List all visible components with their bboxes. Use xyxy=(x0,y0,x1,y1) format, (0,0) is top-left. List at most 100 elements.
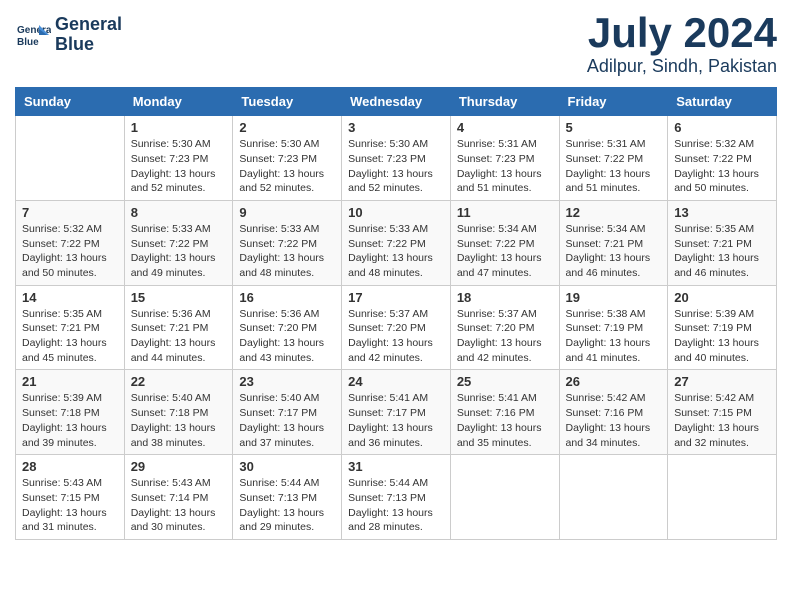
calendar-cell: 17Sunrise: 5:37 AMSunset: 7:20 PMDayligh… xyxy=(342,285,451,370)
day-info: Sunrise: 5:33 AMSunset: 7:22 PMDaylight:… xyxy=(239,222,335,281)
logo-text-line1: General xyxy=(55,15,122,35)
week-row-1: 1 Sunrise: 5:30 AMSunset: 7:23 PMDaylight… xyxy=(16,116,777,201)
day-info: Sunrise: 5:32 AMSunset: 7:22 PMDaylight:… xyxy=(674,137,770,196)
calendar-cell: 8 Sunrise: 5:33 AMSunset: 7:22 PMDaylight… xyxy=(124,200,233,285)
calendar-cell: 13Sunrise: 5:35 AMSunset: 7:21 PMDayligh… xyxy=(668,200,777,285)
calendar-cell: 11Sunrise: 5:34 AMSunset: 7:22 PMDayligh… xyxy=(450,200,559,285)
logo: General Blue General Blue xyxy=(15,15,122,55)
calendar-cell: 22 Sunrise: 5:40 AMSunset: 7:18 PMDayligh… xyxy=(124,370,233,455)
day-info: Sunrise: 5:43 AMSunset: 7:14 PMDaylight:… xyxy=(131,476,227,535)
weekday-header-sunday: Sunday xyxy=(16,88,125,116)
weekday-header-tuesday: Tuesday xyxy=(233,88,342,116)
header: General Blue General Blue July 2024 Adil… xyxy=(15,10,777,77)
day-number: 27 xyxy=(674,374,770,389)
week-row-4: 21 Sunrise: 5:39 AMSunset: 7:18 PMDayligh… xyxy=(16,370,777,455)
day-number: 24 xyxy=(348,374,444,389)
weekday-header-monday: Monday xyxy=(124,88,233,116)
day-number: 1 xyxy=(131,120,227,135)
svg-text:Blue: Blue xyxy=(17,37,39,48)
day-info: Sunrise: 5:30 AMSunset: 7:23 PMDaylight:… xyxy=(131,137,227,196)
day-number: 12 xyxy=(566,205,662,220)
calendar-cell: 7 Sunrise: 5:32 AMSunset: 7:22 PMDaylight… xyxy=(16,200,125,285)
day-info: Sunrise: 5:41 AMSunset: 7:16 PMDaylight:… xyxy=(457,391,553,450)
day-number: 19 xyxy=(566,290,662,305)
calendar-cell: 19 Sunrise: 5:38 AMSunset: 7:19 PMDayligh… xyxy=(559,285,668,370)
day-info: Sunrise: 5:39 AMSunset: 7:18 PMDaylight:… xyxy=(22,391,118,450)
day-info: Sunrise: 5:40 AMSunset: 7:17 PMDaylight:… xyxy=(239,391,335,450)
day-info: Sunrise: 5:39 AMSunset: 7:19 PMDaylight:… xyxy=(674,307,770,366)
day-number: 13 xyxy=(674,205,770,220)
calendar-cell: 4 Sunrise: 5:31 AMSunset: 7:23 PMDaylight… xyxy=(450,116,559,201)
day-number: 31 xyxy=(348,459,444,474)
day-number: 21 xyxy=(22,374,118,389)
week-row-2: 7 Sunrise: 5:32 AMSunset: 7:22 PMDaylight… xyxy=(16,200,777,285)
day-number: 5 xyxy=(566,120,662,135)
weekday-header-thursday: Thursday xyxy=(450,88,559,116)
day-info: Sunrise: 5:40 AMSunset: 7:18 PMDaylight:… xyxy=(131,391,227,450)
day-number: 4 xyxy=(457,120,553,135)
day-info: Sunrise: 5:44 AMSunset: 7:13 PMDaylight:… xyxy=(348,476,444,535)
day-number: 20 xyxy=(674,290,770,305)
day-info: Sunrise: 5:41 AMSunset: 7:17 PMDaylight:… xyxy=(348,391,444,450)
calendar-cell xyxy=(16,116,125,201)
day-number: 22 xyxy=(131,374,227,389)
day-info: Sunrise: 5:42 AMSunset: 7:16 PMDaylight:… xyxy=(566,391,662,450)
day-info: Sunrise: 5:33 AMSunset: 7:22 PMDaylight:… xyxy=(348,222,444,281)
calendar-cell: 5 Sunrise: 5:31 AMSunset: 7:22 PMDaylight… xyxy=(559,116,668,201)
calendar-cell: 1 Sunrise: 5:30 AMSunset: 7:23 PMDaylight… xyxy=(124,116,233,201)
day-number: 7 xyxy=(22,205,118,220)
calendar-cell: 30 Sunrise: 5:44 AMSunset: 7:13 PMDayligh… xyxy=(233,455,342,540)
day-number: 3 xyxy=(348,120,444,135)
day-info: Sunrise: 5:34 AMSunset: 7:22 PMDaylight:… xyxy=(457,222,553,281)
location-subtitle: Adilpur, Sindh, Pakistan xyxy=(587,56,777,77)
day-info: Sunrise: 5:35 AMSunset: 7:21 PMDaylight:… xyxy=(22,307,118,366)
day-number: 14 xyxy=(22,290,118,305)
day-info: Sunrise: 5:32 AMSunset: 7:22 PMDaylight:… xyxy=(22,222,118,281)
day-number: 6 xyxy=(674,120,770,135)
day-number: 2 xyxy=(239,120,335,135)
title-area: July 2024 Adilpur, Sindh, Pakistan xyxy=(587,10,777,77)
weekday-header-wednesday: Wednesday xyxy=(342,88,451,116)
day-number: 23 xyxy=(239,374,335,389)
day-number: 8 xyxy=(131,205,227,220)
calendar-cell: 26 Sunrise: 5:42 AMSunset: 7:16 PMDayligh… xyxy=(559,370,668,455)
calendar-cell: 23 Sunrise: 5:40 AMSunset: 7:17 PMDayligh… xyxy=(233,370,342,455)
day-number: 30 xyxy=(239,459,335,474)
day-info: Sunrise: 5:44 AMSunset: 7:13 PMDaylight:… xyxy=(239,476,335,535)
day-number: 17 xyxy=(348,290,444,305)
day-info: Sunrise: 5:38 AMSunset: 7:19 PMDaylight:… xyxy=(566,307,662,366)
day-info: Sunrise: 5:31 AMSunset: 7:22 PMDaylight:… xyxy=(566,137,662,196)
day-info: Sunrise: 5:33 AMSunset: 7:22 PMDaylight:… xyxy=(131,222,227,281)
month-year-title: July 2024 xyxy=(587,10,777,56)
day-info: Sunrise: 5:30 AMSunset: 7:23 PMDaylight:… xyxy=(348,137,444,196)
logo-text-line2: Blue xyxy=(55,35,122,55)
calendar-cell: 16Sunrise: 5:36 AMSunset: 7:20 PMDayligh… xyxy=(233,285,342,370)
day-info: Sunrise: 5:42 AMSunset: 7:15 PMDaylight:… xyxy=(674,391,770,450)
calendar-cell xyxy=(559,455,668,540)
day-info: Sunrise: 5:37 AMSunset: 7:20 PMDaylight:… xyxy=(457,307,553,366)
calendar-cell: 31 Sunrise: 5:44 AMSunset: 7:13 PMDayligh… xyxy=(342,455,451,540)
day-info: Sunrise: 5:36 AMSunset: 7:20 PMDaylight:… xyxy=(239,307,335,366)
calendar-table: SundayMondayTuesdayWednesdayThursdayFrid… xyxy=(15,87,777,540)
day-number: 26 xyxy=(566,374,662,389)
calendar-cell xyxy=(450,455,559,540)
calendar-cell: 25 Sunrise: 5:41 AMSunset: 7:16 PMDayligh… xyxy=(450,370,559,455)
day-number: 25 xyxy=(457,374,553,389)
calendar-cell: 3 Sunrise: 5:30 AMSunset: 7:23 PMDaylight… xyxy=(342,116,451,201)
day-number: 9 xyxy=(239,205,335,220)
calendar-cell: 28Sunrise: 5:43 AMSunset: 7:15 PMDayligh… xyxy=(16,455,125,540)
day-info: Sunrise: 5:36 AMSunset: 7:21 PMDaylight:… xyxy=(131,307,227,366)
calendar-cell: 20 Sunrise: 5:39 AMSunset: 7:19 PMDayligh… xyxy=(668,285,777,370)
day-info: Sunrise: 5:31 AMSunset: 7:23 PMDaylight:… xyxy=(457,137,553,196)
logo-icon: General Blue xyxy=(15,17,51,53)
day-number: 28 xyxy=(22,459,118,474)
weekday-header-friday: Friday xyxy=(559,88,668,116)
calendar-cell: 6 Sunrise: 5:32 AMSunset: 7:22 PMDaylight… xyxy=(668,116,777,201)
calendar-cell: 9 Sunrise: 5:33 AMSunset: 7:22 PMDaylight… xyxy=(233,200,342,285)
weekday-header-row: SundayMondayTuesdayWednesdayThursdayFrid… xyxy=(16,88,777,116)
calendar-cell: 14 Sunrise: 5:35 AMSunset: 7:21 PMDayligh… xyxy=(16,285,125,370)
calendar-cell: 15 Sunrise: 5:36 AMSunset: 7:21 PMDayligh… xyxy=(124,285,233,370)
day-number: 15 xyxy=(131,290,227,305)
calendar-cell: 2Sunrise: 5:30 AMSunset: 7:23 PMDaylight… xyxy=(233,116,342,201)
calendar-cell: 18Sunrise: 5:37 AMSunset: 7:20 PMDayligh… xyxy=(450,285,559,370)
